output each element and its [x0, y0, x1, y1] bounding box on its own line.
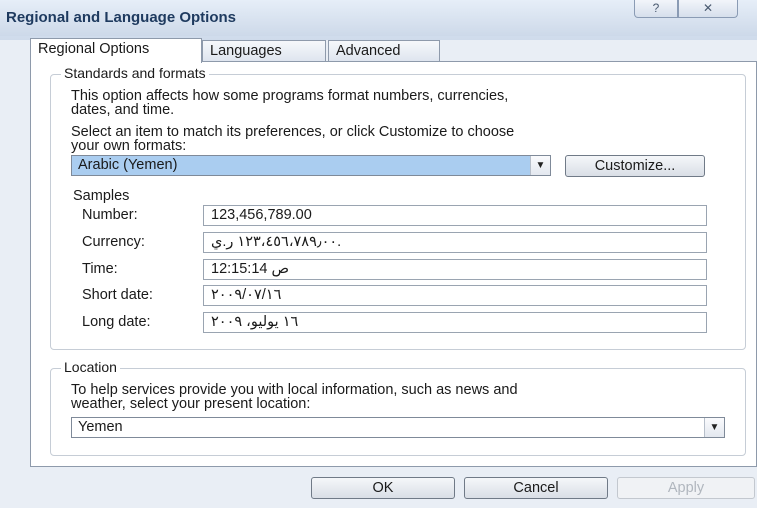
tab-panel: Standards and formats This option affect… — [30, 61, 757, 467]
ok-button[interactable]: OK — [311, 477, 455, 499]
sample-number-label: Number: — [82, 207, 138, 223]
regional-language-dialog: Regional and Language Options ? ✕ Region… — [0, 0, 757, 508]
location-select-value: Yemen — [78, 419, 123, 435]
help-button[interactable]: ? — [634, 0, 678, 18]
format-select-value: Arabic (Yemen) — [78, 157, 178, 173]
sample-short-date-value: ٢٠٠٩/٠٧/١٦ — [203, 285, 707, 306]
standards-legend: Standards and formats — [61, 65, 209, 81]
tab-advanced[interactable]: Advanced — [328, 40, 440, 62]
apply-button[interactable]: Apply — [617, 477, 755, 499]
cancel-button[interactable]: Cancel — [464, 477, 608, 499]
window-title: Regional and Language Options — [6, 9, 237, 26]
title-bar: Regional and Language Options ? ✕ — [0, 0, 757, 36]
customize-button[interactable]: Customize... — [565, 155, 705, 177]
location-group: Location To help services provide you wi… — [50, 359, 746, 456]
standards-instruction: Select an item to match its preferences,… — [71, 124, 515, 154]
location-description: To help services provide you with local … — [71, 382, 518, 412]
close-button[interactable]: ✕ — [678, 0, 738, 18]
tab-regional-options[interactable]: Regional Options — [30, 38, 202, 63]
standards-description: This option affects how some programs fo… — [71, 88, 509, 118]
format-select[interactable]: Arabic (Yemen) ▼ — [71, 155, 551, 176]
location-legend: Location — [61, 359, 120, 375]
sample-short-date-label: Short date: — [82, 287, 153, 303]
help-icon: ? — [652, 1, 660, 15]
sample-currency-value: ١٢٣،٤٥٦،٧٨٩٫٠٠ ر.ي. — [203, 232, 707, 253]
tab-languages[interactable]: Languages — [202, 40, 326, 62]
samples-heading: Samples — [73, 188, 130, 204]
chevron-down-icon[interactable]: ▼ — [530, 156, 550, 175]
sample-time-value: 12:15:14 ص — [203, 259, 707, 280]
sample-number-value: 123,456,789.00 — [203, 205, 707, 226]
location-select[interactable]: Yemen ▼ — [71, 417, 725, 438]
close-icon: ✕ — [702, 1, 714, 15]
chevron-down-icon[interactable]: ▼ — [704, 418, 724, 437]
sample-time-label: Time: — [82, 261, 118, 277]
sample-long-date-value: ١٦ يوليو، ٢٠٠٩ — [203, 312, 707, 333]
sample-long-date-label: Long date: — [82, 314, 151, 330]
sample-currency-label: Currency: — [82, 234, 145, 250]
